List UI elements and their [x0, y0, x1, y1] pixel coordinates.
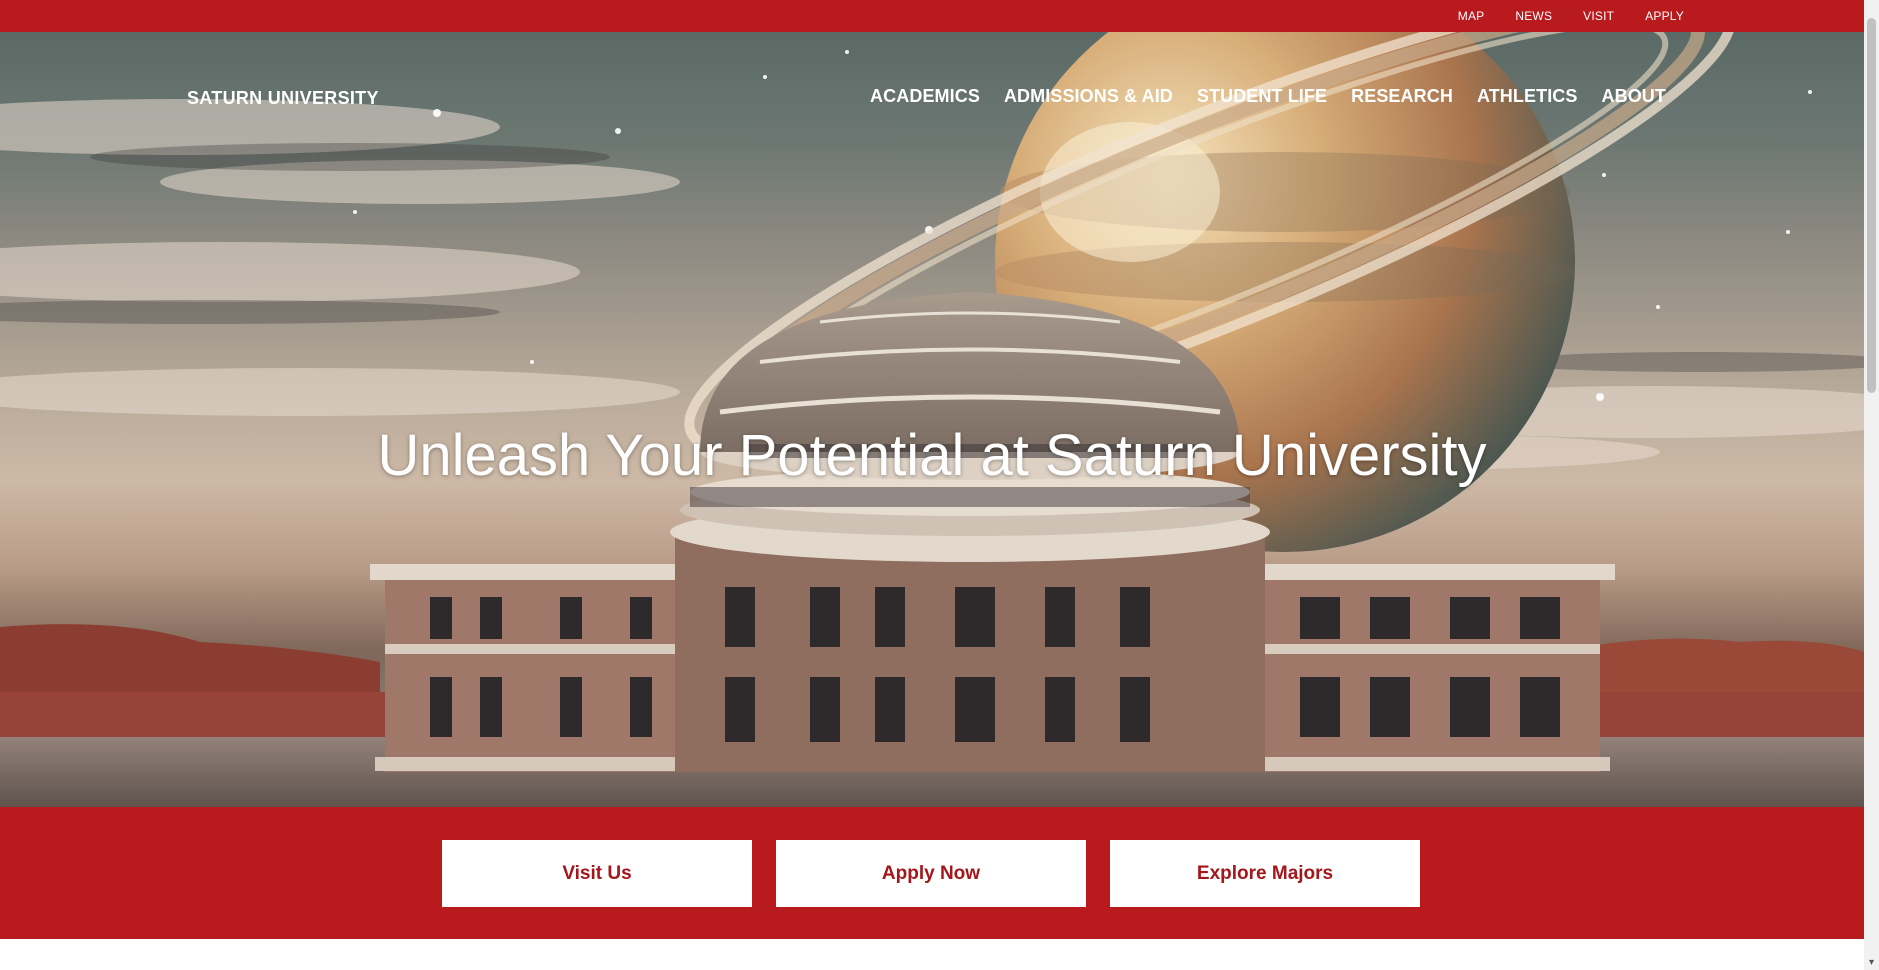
- main-nav: ACADEMICS ADMISSIONS & AID STUDENT LIFE …: [870, 64, 1666, 128]
- utility-link-visit[interactable]: VISIT: [1583, 9, 1614, 23]
- utility-link-news[interactable]: NEWS: [1515, 9, 1552, 23]
- apply-now-button[interactable]: Apply Now: [776, 840, 1086, 907]
- nav-item-student-life[interactable]: STUDENT LIFE: [1197, 86, 1327, 107]
- cta-band: Visit Us Apply Now Explore Majors: [0, 807, 1864, 939]
- nav-item-athletics[interactable]: ATHLETICS: [1477, 86, 1578, 107]
- hero-background-image: [0, 32, 1864, 807]
- page: MAP NEWS VISIT APPLY SATURN UNIVERSITY A…: [0, 0, 1879, 970]
- utility-link-map[interactable]: MAP: [1458, 9, 1485, 23]
- explore-majors-button[interactable]: Explore Majors: [1110, 840, 1420, 907]
- hero: SATURN UNIVERSITY ACADEMICS ADMISSIONS &…: [0, 32, 1864, 807]
- page-scrollbar[interactable]: ▾: [1864, 0, 1879, 970]
- cta-button-group: Visit Us Apply Now Explore Majors: [442, 840, 1420, 907]
- scrollbar-thumb[interactable]: [1867, 18, 1876, 393]
- utility-bar: MAP NEWS VISIT APPLY: [0, 0, 1864, 32]
- utility-nav: MAP NEWS VISIT APPLY: [1458, 0, 1684, 32]
- chevron-down-icon[interactable]: ▾: [1867, 958, 1876, 968]
- nav-item-research[interactable]: RESEARCH: [1351, 86, 1453, 107]
- utility-link-apply[interactable]: APPLY: [1645, 9, 1684, 23]
- site-logo[interactable]: SATURN UNIVERSITY: [187, 64, 379, 132]
- hero-title: Unleash Your Potential at Saturn Univers…: [377, 423, 1487, 488]
- nav-item-about[interactable]: ABOUT: [1602, 86, 1667, 107]
- nav-item-admissions-aid[interactable]: ADMISSIONS & AID: [1004, 86, 1173, 107]
- visit-us-button[interactable]: Visit Us: [442, 840, 752, 907]
- nav-item-academics[interactable]: ACADEMICS: [870, 86, 980, 107]
